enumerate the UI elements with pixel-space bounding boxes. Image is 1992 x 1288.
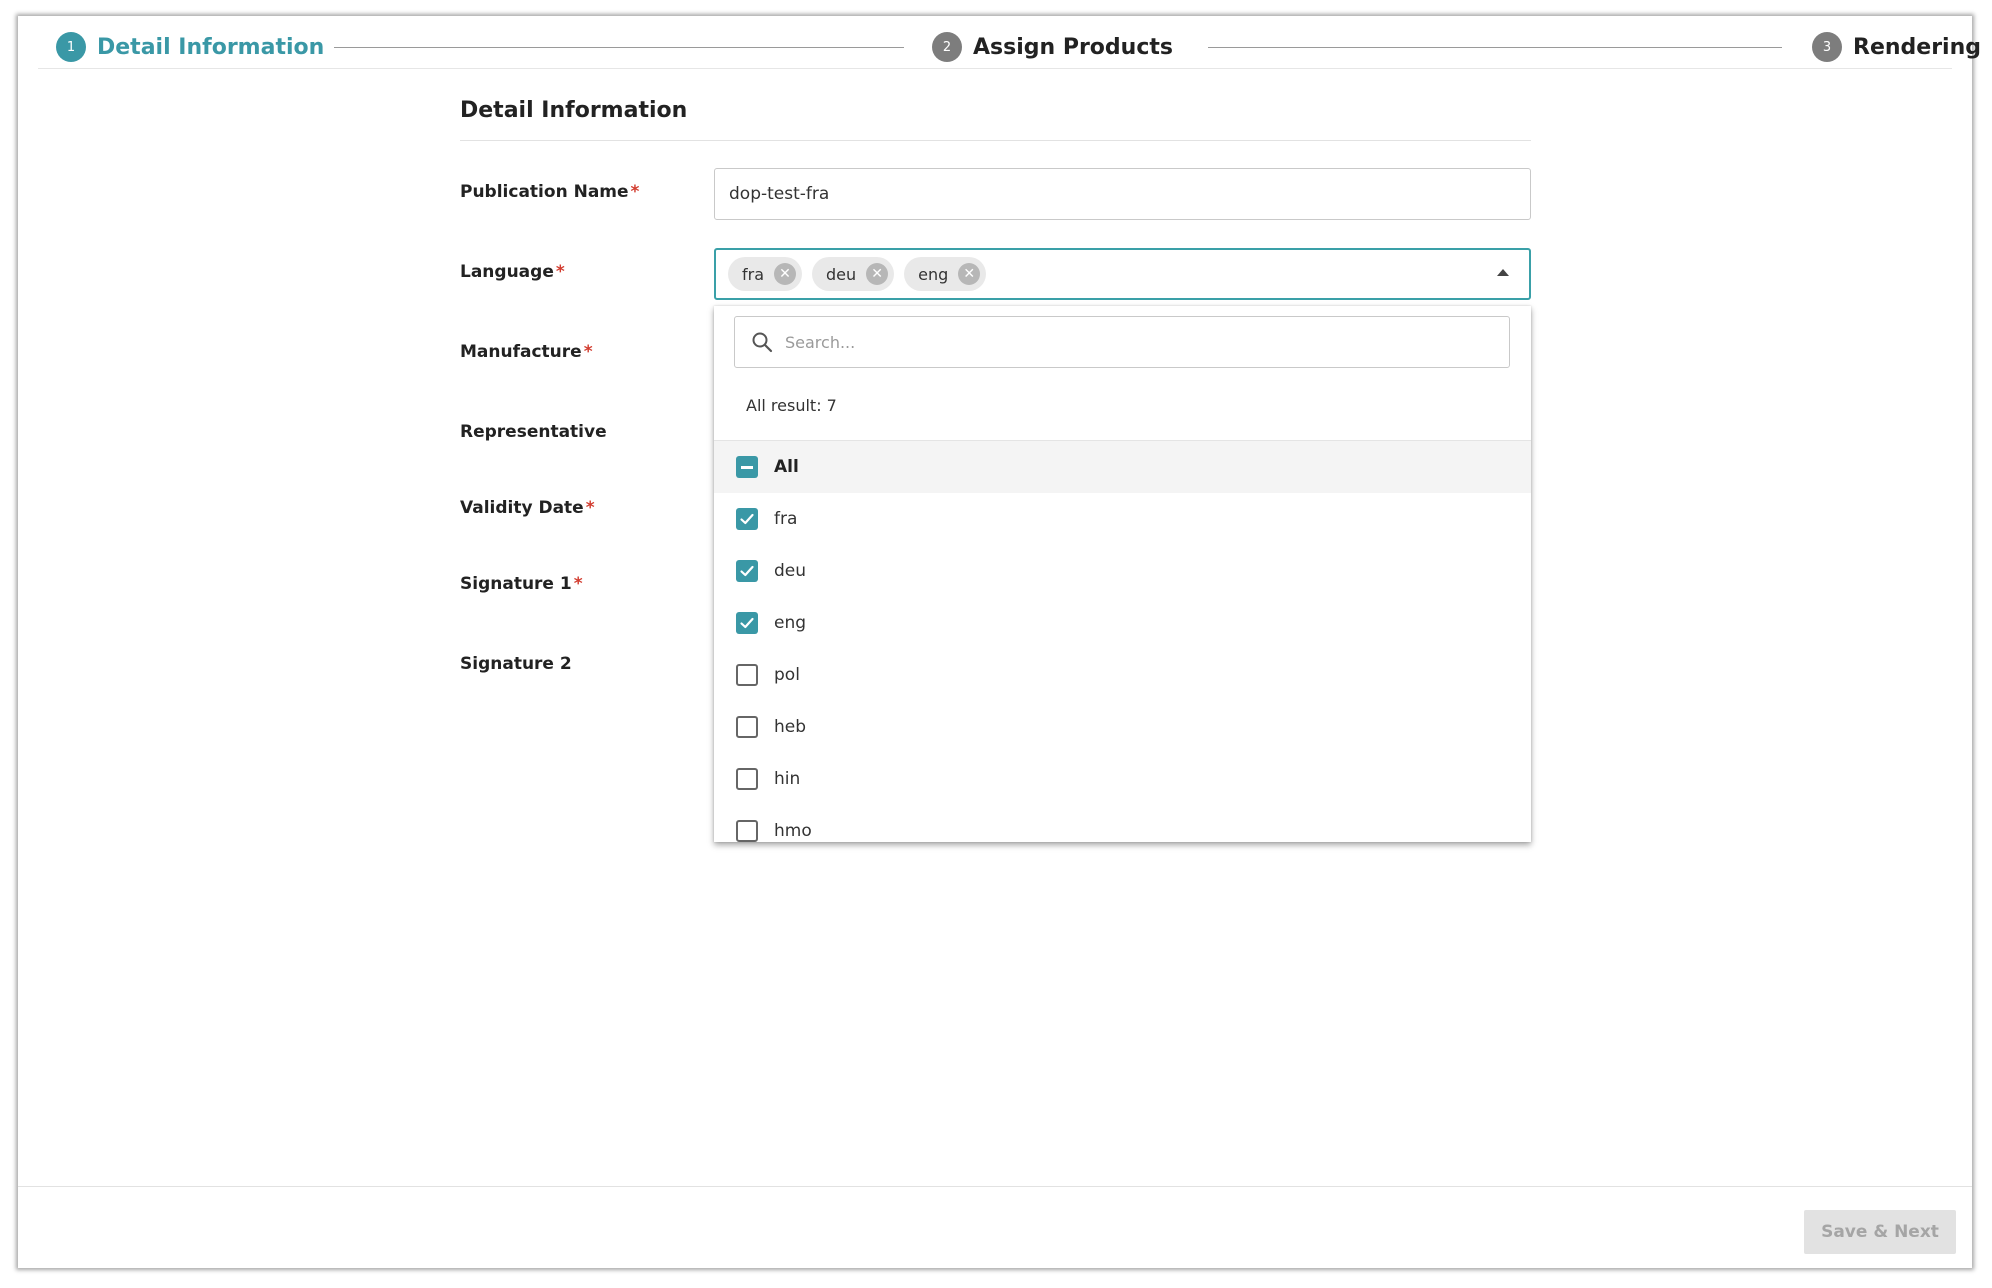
section-title: Detail Information [460, 98, 688, 123]
language-dropdown: All result: 7 All fra deu [714, 306, 1531, 842]
label-representative: Representative [460, 422, 607, 442]
close-circle-icon[interactable]: ✕ [958, 263, 981, 285]
step-number-1: 1 [56, 32, 86, 62]
checkbox-empty-icon [736, 820, 758, 842]
step-assign-products[interactable]: 2 Assign Products [932, 26, 1173, 68]
option-label: hin [774, 769, 801, 789]
caret-up-icon[interactable] [1497, 269, 1509, 276]
required-marker: * [555, 262, 565, 282]
label-language: Language * [460, 262, 565, 282]
publication-name-input[interactable] [714, 168, 1531, 220]
label-manufacture: Manufacture * [460, 342, 593, 362]
label-validity-date: Validity Date * [460, 498, 595, 518]
language-multiselect[interactable]: fra ✕ deu ✕ eng ✕ [714, 248, 1531, 300]
label-text: Signature 2 [460, 654, 572, 674]
option-pol[interactable]: pol [714, 649, 1531, 701]
option-heb[interactable]: heb [714, 701, 1531, 753]
close-circle-icon[interactable]: ✕ [774, 263, 797, 285]
option-label: All [774, 457, 799, 477]
section-divider [460, 140, 1531, 141]
checkbox-checked-icon [736, 612, 758, 634]
step-connector-1 [334, 47, 904, 48]
chip-label: fra [742, 264, 765, 284]
label-text: Representative [460, 422, 607, 442]
option-fra[interactable]: fra [714, 493, 1531, 545]
language-chip-deu: deu ✕ [812, 257, 895, 291]
step-connector-2 [1208, 47, 1782, 48]
option-hin[interactable]: hin [714, 753, 1531, 805]
label-text: Manufacture [460, 342, 582, 362]
checkbox-empty-icon [736, 716, 758, 738]
language-chip-fra: fra ✕ [728, 257, 803, 291]
chip-label: deu [826, 264, 857, 284]
option-all[interactable]: All [714, 441, 1531, 493]
label-publication-name: Publication Name * [460, 182, 639, 202]
option-label: pol [774, 665, 800, 685]
option-label: deu [774, 561, 807, 581]
required-marker: * [585, 498, 595, 518]
required-marker: * [630, 182, 640, 202]
required-marker: * [583, 342, 593, 362]
option-deu[interactable]: deu [714, 545, 1531, 597]
label-signature-2: Signature 2 [460, 654, 572, 674]
save-next-button[interactable]: Save & Next [1804, 1210, 1956, 1254]
language-chip-eng: eng ✕ [904, 257, 987, 291]
option-hmo[interactable]: hmo [714, 805, 1531, 857]
language-option-list: All fra deu eng pol heb hin hmo [714, 441, 1531, 857]
label-text: Publication Name [460, 182, 629, 202]
footer-divider [18, 1186, 1972, 1187]
step-label-rendering: Rendering [1853, 34, 1981, 60]
checkbox-checked-icon [736, 560, 758, 582]
wizard-stepper: 1 Detail Information 2 Assign Products 3… [38, 26, 1981, 69]
checkbox-checked-icon [736, 508, 758, 530]
label-text: Signature 1 [460, 574, 572, 594]
step-number-3: 3 [1812, 32, 1842, 62]
step-label-detail-information: Detail Information [97, 34, 325, 60]
close-circle-icon[interactable]: ✕ [866, 263, 889, 285]
checkbox-partial-icon [736, 456, 758, 478]
result-count: All result: 7 [746, 396, 837, 415]
language-search-input[interactable] [783, 331, 1487, 353]
search-icon [752, 332, 773, 353]
option-eng[interactable]: eng [714, 597, 1531, 649]
step-rendering[interactable]: 3 Rendering [1812, 26, 1981, 68]
label-text: Validity Date [460, 498, 584, 518]
label-text: Language [460, 262, 554, 282]
step-number-2: 2 [932, 32, 962, 62]
checkbox-empty-icon [736, 664, 758, 686]
checkbox-empty-icon [736, 768, 758, 790]
option-label: heb [774, 717, 807, 737]
step-detail-information[interactable]: 1 Detail Information [56, 26, 324, 68]
publication-wizard-window: 1 Detail Information 2 Assign Products 3… [18, 16, 1981, 1268]
chip-label: eng [918, 264, 949, 284]
option-label: fra [774, 509, 798, 529]
label-signature-1: Signature 1 * [460, 574, 583, 594]
step-label-assign-products: Assign Products [973, 34, 1173, 60]
required-marker: * [573, 574, 583, 594]
option-label: eng [774, 613, 807, 633]
option-label: hmo [774, 821, 812, 841]
language-search-field[interactable] [734, 316, 1510, 368]
